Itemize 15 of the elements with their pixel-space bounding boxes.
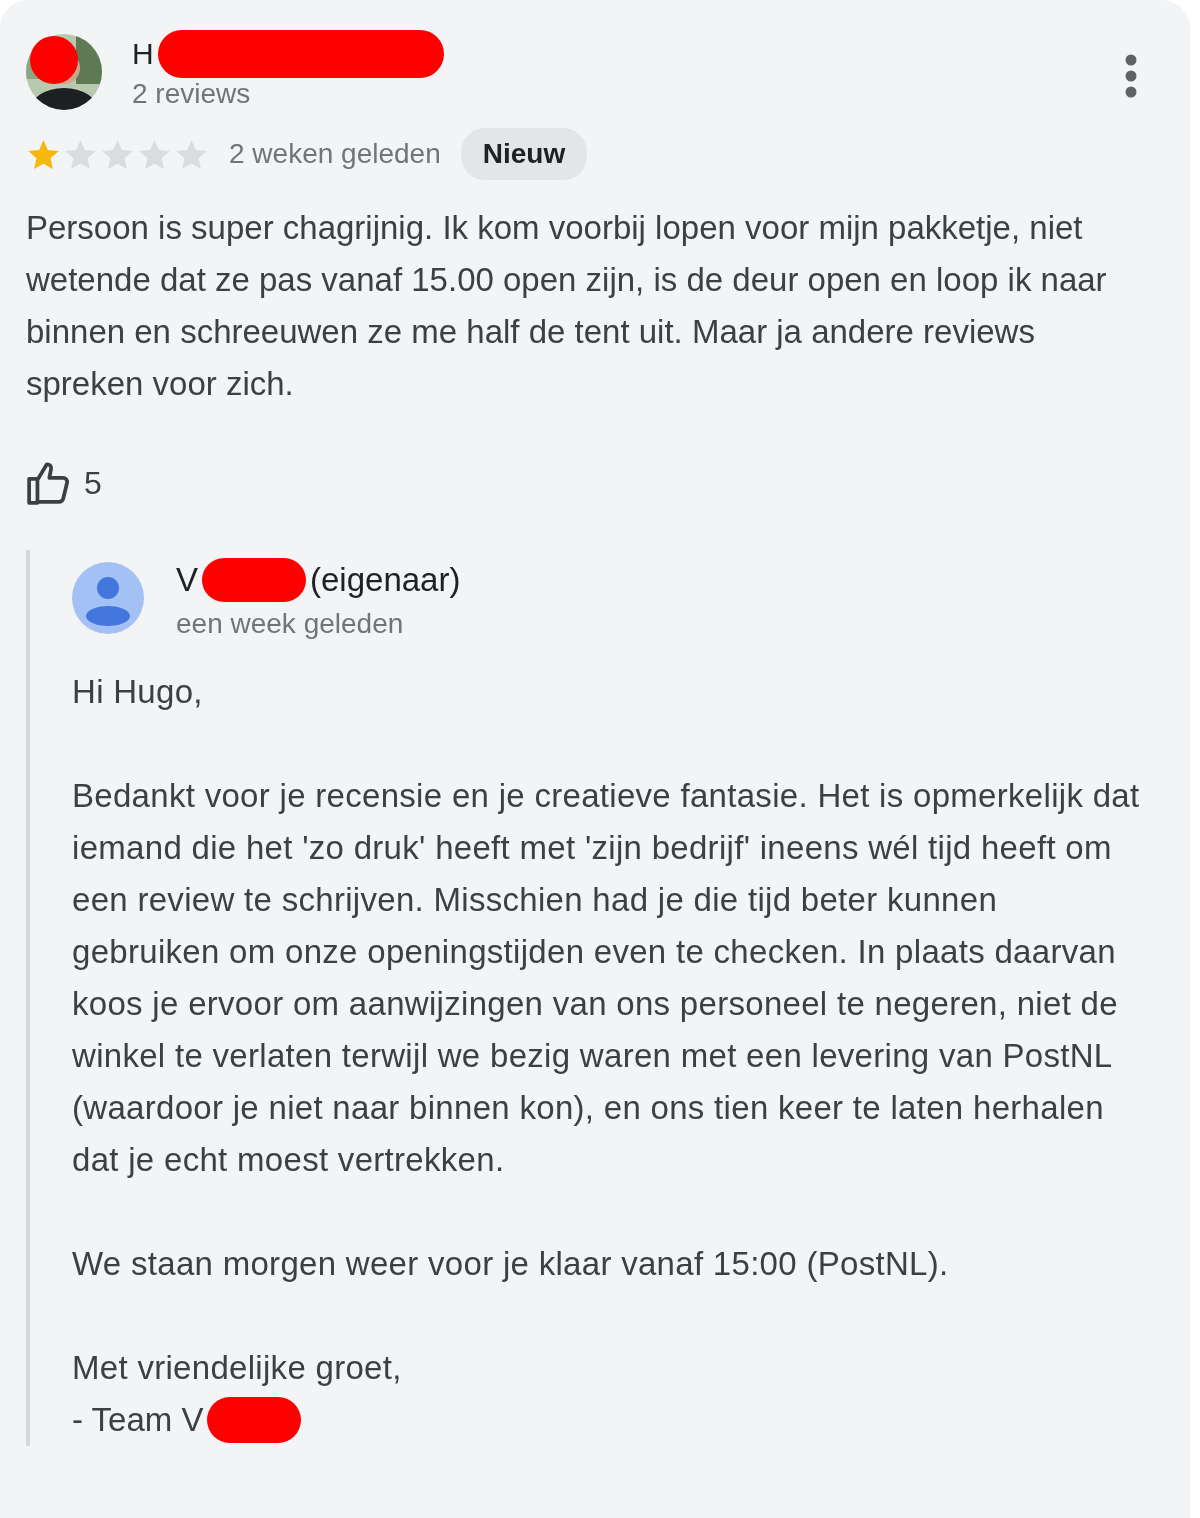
avatar-icon xyxy=(72,562,144,634)
reply-paragraph: We staan morgen weer voor je klaar vanaf 15:00 (PostNL). xyxy=(72,1244,950,1284)
review-count: 2 reviews xyxy=(132,78,252,110)
reply-paragraph: Bedankt voor je recensie en je creatieve fantasie. Het is opmerkelijk dat iemand die het 'zo druk' heeft met 'zijn bedrijf' ineens wél tijd heeft om een review te schrijven. Misschien had je die tijd beter kunnen gebruiken om onze openingstijden even te checken. In plaats daarvan koos je ervoor om aanwijzingen van ons personeel te negeren, niet de winkel te verlaten terwijl we bezig waren met een levering van PostNL (waardoor je niet naar binnen kon), en ons tien keer te laten herhalen dat je echt moest vertrekken. xyxy=(72,776,1141,1180)
reply-signature: - Team V xyxy=(72,1400,204,1440)
new-badge: Nieuw xyxy=(460,128,588,180)
reply-paragraph: Hi Hugo, xyxy=(72,672,204,712)
review-time: 2 weken geleden xyxy=(229,138,441,170)
review-text: Persoon is super chagrijnig. Ik kom voorbij lopen voor mijn pakketje, niet wetende dat ze pas vanaf 15.00 open zijn, is de deur open en loop ik naar binnen en schreeuwen ze me half de tent uit. Maar ja andere reviews spreken voor zich. xyxy=(26,208,1108,404)
owner-role: (eigenaar) xyxy=(310,561,461,599)
reviewer-name[interactable]: H xyxy=(132,37,154,71)
like-button[interactable]: 5 xyxy=(26,460,102,506)
reply-paragraph: Met vriendelijke groet, xyxy=(72,1348,403,1388)
reply-time: een week geleden xyxy=(176,608,405,640)
owner-name: V xyxy=(176,561,198,599)
